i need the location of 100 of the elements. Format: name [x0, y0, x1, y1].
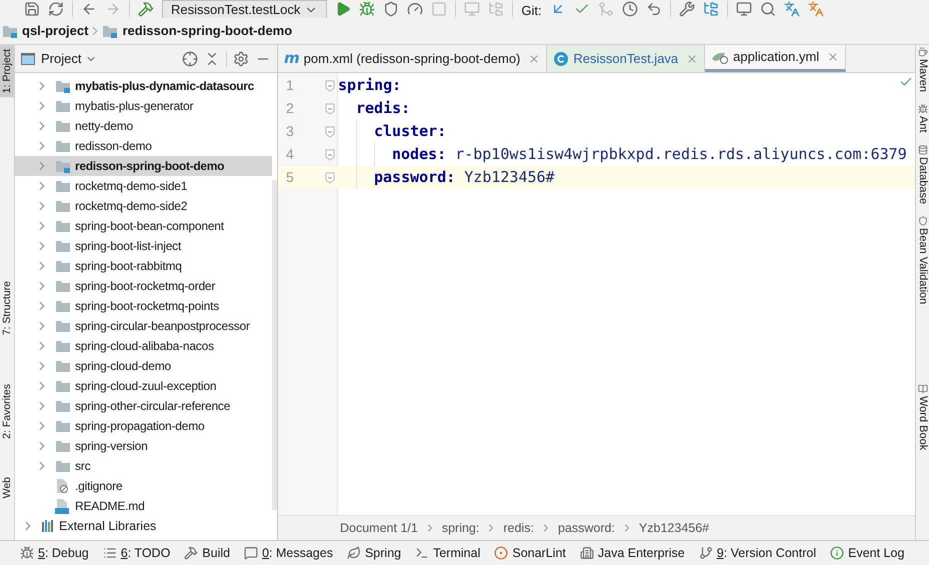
line-number: 3	[285, 122, 295, 141]
tree-item[interactable]: .gitignore	[15, 476, 272, 496]
scrollbar-thumb[interactable]	[272, 180, 277, 510]
editor-tab[interactable]: application.yml	[705, 45, 846, 72]
debug-icon[interactable]	[359, 1, 376, 17]
tool-window-tab[interactable]: 1: Project	[0, 45, 14, 98]
coverage-icon[interactable]	[383, 1, 400, 17]
tree-item[interactable]: spring-boot-rocketmq-points	[15, 296, 272, 316]
tree-item[interactable]: spring-propagation-demo	[15, 416, 272, 436]
tool-window-button[interactable]: 0: Messages	[244, 544, 333, 562]
close-icon[interactable]	[827, 51, 840, 63]
breadcrumb-item[interactable]: spring:	[442, 518, 480, 538]
messages-icon	[244, 546, 258, 560]
tree-item[interactable]: spring-circular-beanpostprocessor	[15, 316, 272, 336]
tree-item[interactable]: mybatis-plus-dynamic-datasourc	[15, 76, 272, 96]
build-icon	[184, 546, 198, 560]
tool-window-tab[interactable]: 7: Structure	[0, 277, 14, 340]
search-icon[interactable]	[760, 1, 776, 17]
module-folder-icon	[102, 24, 118, 38]
tree-item[interactable]: redisson-spring-boot-demo	[15, 156, 272, 176]
tree-item[interactable]: rocketmq-demo-side2	[15, 196, 272, 216]
tree-item[interactable]: src	[15, 456, 272, 476]
fold-marker-icon[interactable]	[325, 80, 335, 92]
tool-window-button[interactable]: Spring	[346, 544, 402, 562]
breadcrumb-item[interactable]: Document 1/1	[340, 518, 418, 538]
yaml-value: r-bp10ws1isw4wjrpbkxpd.redis.rds.aliyuncs.com:6379	[455, 145, 907, 164]
translate-icon[interactable]	[808, 1, 824, 17]
wrench-icon[interactable]	[678, 1, 695, 17]
locate-icon[interactable]	[182, 50, 198, 66]
close-icon[interactable]	[686, 52, 698, 64]
tool-window-button[interactable]: 9: Version Control	[698, 544, 816, 562]
forward-arrow-icon[interactable]	[105, 1, 121, 17]
tree-item[interactable]: mybatis-plus-generator	[15, 96, 272, 116]
tool-window-button[interactable]: Terminal	[415, 544, 480, 562]
yaml-key: spring:	[338, 76, 402, 94]
tool-window-button[interactable]: SonarLint	[494, 544, 566, 562]
tool-window-tab[interactable]: Database	[916, 144, 928, 204]
fold-marker-icon[interactable]	[325, 126, 335, 138]
translate-icon[interactable]	[784, 1, 800, 17]
tree-item[interactable]: spring-boot-rocketmq-order	[15, 276, 272, 296]
tool-window-button[interactable]: 5: Debug	[20, 544, 89, 562]
tree-item[interactable]: netty-demo	[15, 116, 272, 136]
tool-window-button[interactable]: Java Enterprise	[580, 544, 685, 562]
tree-item[interactable]: spring-cloud-zuul-exception	[15, 376, 272, 396]
tree-item[interactable]: spring-boot-rabbitmq	[15, 256, 272, 276]
todo-icon	[102, 546, 117, 560]
tree-item[interactable]: spring-version	[15, 436, 272, 456]
fold-marker-icon[interactable]	[325, 102, 335, 114]
maven-icon: m	[284, 51, 300, 66]
settings-icon[interactable]	[233, 50, 249, 66]
folder-icon	[55, 359, 71, 373]
window-icon[interactable]	[736, 1, 752, 17]
tool-window-tab[interactable]: Maven	[916, 47, 928, 92]
run-configuration-dropdown[interactable]: ResissonTest.testLock	[162, 0, 328, 18]
breadcrumb-item[interactable]: password:	[558, 518, 615, 538]
breadcrumb-item[interactable]: redis:	[503, 518, 534, 538]
tool-window-tab[interactable]: Web	[0, 472, 14, 502]
back-arrow-icon[interactable]	[81, 1, 97, 17]
tool-window-button[interactable]: Event Log	[830, 544, 904, 562]
tree-item[interactable]: External Libraries	[15, 516, 272, 536]
code-editor[interactable]: 1 spring: 2 redis: 3 cluster: 4 nodes: r-bp10ws1isw4wjrpbkxpd.redis.rds.aliyuncs.com:6379 5 password: Yzb123456#	[278, 73, 915, 515]
folder-icon	[55, 179, 71, 193]
project-view-dropdown[interactable]: Project	[41, 48, 98, 68]
tool-window-tab[interactable]: 2: Favorites	[0, 380, 14, 442]
run-icon[interactable]	[335, 1, 352, 17]
tree-item[interactable]: spring-cloud-demo	[15, 356, 272, 376]
tool-window-button[interactable]: 6: TODO	[102, 544, 170, 562]
tree-item[interactable]: spring-boot-list-inject	[15, 236, 272, 256]
vcs-icon	[698, 546, 713, 560]
breadcrumb-item[interactable]: redisson-spring-boot-demo	[102, 21, 292, 41]
tool-window-tab[interactable]: Ant	[916, 104, 928, 133]
sonar-icon	[494, 546, 508, 560]
close-icon[interactable]	[528, 52, 540, 64]
project-structure-icon[interactable]	[702, 1, 719, 17]
save-icon[interactable]	[24, 1, 40, 17]
tree-item[interactable]: spring-cloud-alibaba-nacos	[15, 336, 272, 356]
fold-marker-icon[interactable]	[325, 172, 335, 184]
tree-item[interactable]: rocketmq-demo-side1	[15, 176, 272, 196]
tool-window-button[interactable]: Build	[184, 544, 230, 562]
tree-item[interactable]: redisson-demo	[15, 136, 272, 156]
breadcrumb-item[interactable]: qsl-project	[2, 21, 88, 41]
tree-item[interactable]: spring-boot-bean-component	[15, 216, 272, 236]
undo-icon[interactable]	[646, 1, 662, 17]
folder-icon	[55, 219, 71, 233]
folder-icon	[55, 339, 71, 353]
refresh-icon[interactable]	[48, 1, 64, 17]
module-folder-icon	[55, 159, 71, 173]
history-icon[interactable]	[622, 1, 638, 17]
tree-item[interactable]: spring-other-circular-reference	[15, 396, 272, 416]
tree-item[interactable]: README.md	[15, 496, 272, 516]
fold-marker-icon[interactable]	[325, 148, 335, 160]
breadcrumb-item[interactable]: Yzb123456#	[638, 518, 710, 538]
editor-tab[interactable]: ResissonTest.java	[547, 45, 706, 72]
book-icon	[918, 384, 928, 394]
tool-window-tab[interactable]: Word Book	[916, 384, 928, 450]
profiler-icon[interactable]	[407, 1, 424, 17]
ignored-file-icon	[55, 478, 69, 494]
project-view-icon	[21, 52, 35, 64]
tool-window-tab[interactable]: Bean Validation	[916, 216, 928, 304]
hammer-icon[interactable]	[138, 1, 154, 17]
